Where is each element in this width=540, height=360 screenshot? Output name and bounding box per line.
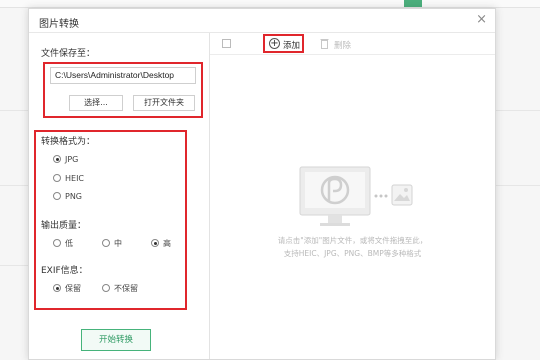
select-all-checkbox[interactable]	[222, 39, 231, 48]
background-toolbar	[0, 0, 540, 8]
empty-hint-line1: 请点击"添加"图片文件，或将文件拖拽至此，	[277, 236, 428, 245]
close-icon[interactable]: ×	[476, 13, 487, 27]
highlight-box	[34, 130, 187, 310]
divider	[0, 110, 28, 111]
trash-icon[interactable]	[320, 38, 329, 49]
file-toolbar: + 添加 删除	[210, 33, 495, 55]
dialog-titlebar: 图片转换 ×	[29, 9, 495, 33]
divider	[0, 265, 28, 266]
divider	[0, 185, 28, 186]
file-list-panel: + 添加 删除 请点击"添加"图片文件，或将文件拖拽至此， 支持HEIC、JPG	[210, 33, 495, 359]
start-convert-button[interactable]: 开始转换	[81, 329, 151, 351]
divider	[496, 110, 540, 111]
settings-panel: 文件保存至： C:\Users\Administrator\Desktop 选择…	[29, 33, 210, 359]
dialog-title: 图片转换	[39, 19, 79, 30]
save-location-label: 文件保存至：	[41, 49, 96, 59]
image-convert-dialog: 图片转换 × 文件保存至： C:\Users\Administrator\Des…	[28, 8, 496, 360]
highlight-box	[263, 34, 304, 53]
background-tab-indicator	[404, 0, 422, 7]
drop-zone-illustration	[299, 166, 413, 226]
delete-button-label[interactable]: 删除	[334, 39, 351, 51]
empty-hint-line2: 支持HEIC、JPG、PNG、BMP等多种格式	[283, 249, 422, 258]
highlight-box	[43, 62, 203, 118]
divider	[496, 185, 540, 186]
background-left-column	[0, 8, 28, 360]
